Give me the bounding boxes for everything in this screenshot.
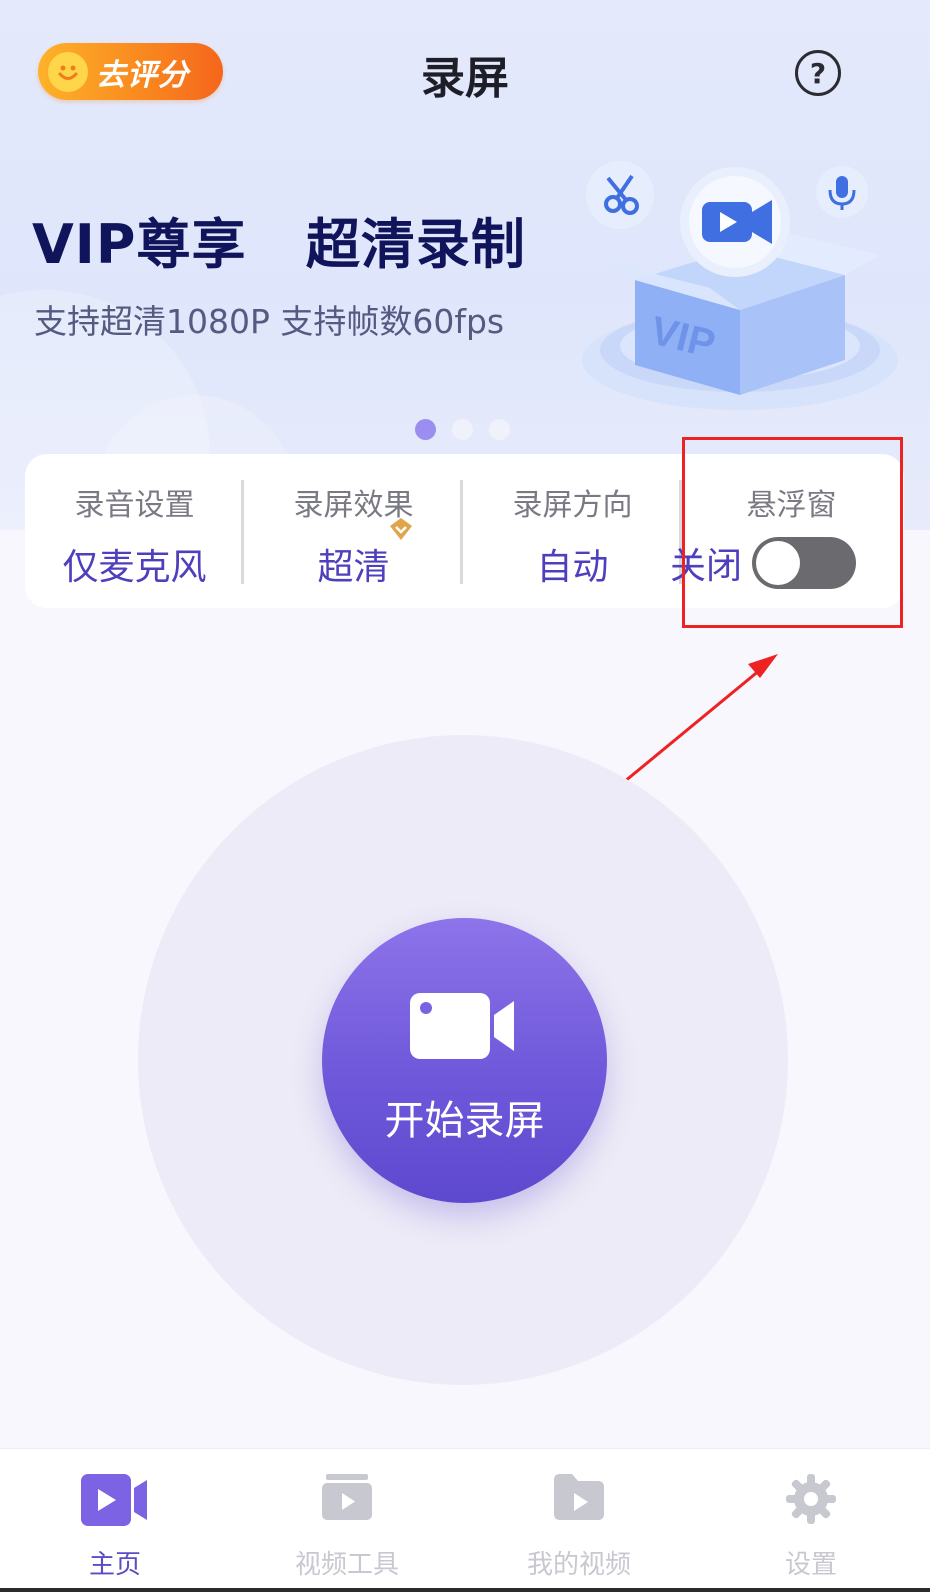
tab-my-videos[interactable]: 我的视频 [489, 1449, 669, 1592]
bottom-edge [0, 1588, 930, 1592]
tab-label: 主页 [88, 1550, 141, 1580]
video-folder-icon [554, 1474, 604, 1520]
tab-settings[interactable]: 设置 [721, 1449, 901, 1592]
carousel-dot[interactable] [452, 419, 473, 440]
setting-audio[interactable]: 录音设置 仅麦克风 [25, 454, 244, 608]
page-title: 录屏 [421, 53, 509, 104]
tab-label: 视频工具 [294, 1550, 399, 1580]
video-camera-icon [81, 1474, 147, 1526]
setting-quality[interactable]: 录屏效果 超清 [244, 454, 463, 608]
tab-video-tools[interactable]: 视频工具 [257, 1449, 437, 1592]
setting-value: 自动 [536, 547, 609, 588]
start-recording-label: 开始录屏 [384, 1098, 545, 1144]
setting-label: 录屏方向 [512, 488, 633, 523]
help-icon[interactable]: ? [795, 50, 841, 96]
bottom-tab-bar: 主页 视频工具 我的视频 设置 [0, 1448, 930, 1592]
setting-label: 录音设置 [74, 488, 195, 523]
carousel-dot[interactable] [489, 419, 510, 440]
vip-subline: 支持超清1080P 支持帧数60fps [34, 302, 505, 341]
vip-diamond-icon [390, 518, 412, 540]
screen: VIP尊享 超清录制 支持超清1080P 支持帧数60fps VIP 去评分 录… [0, 0, 930, 1592]
setting-label: 录屏效果 [293, 488, 414, 523]
carousel-dot[interactable] [415, 419, 436, 440]
vip-box-illustration: VIP [582, 161, 898, 410]
tab-label: 设置 [784, 1550, 837, 1580]
video-camera-icon [410, 993, 514, 1059]
tab-label: 我的视频 [526, 1550, 631, 1580]
vip-headline: VIP尊享 超清录制 [32, 213, 526, 276]
carousel-dots [415, 419, 510, 440]
start-recording-button[interactable]: 开始录屏 [322, 918, 607, 1203]
setting-value: 超清 [317, 547, 390, 588]
annotation-highlight-box [682, 437, 903, 628]
setting-orientation[interactable]: 录屏方向 自动 [463, 454, 682, 608]
tab-home[interactable]: 主页 [25, 1449, 205, 1592]
gear-icon [786, 1474, 836, 1524]
setting-value: 仅麦克风 [62, 547, 207, 588]
video-tools-icon [322, 1474, 372, 1520]
